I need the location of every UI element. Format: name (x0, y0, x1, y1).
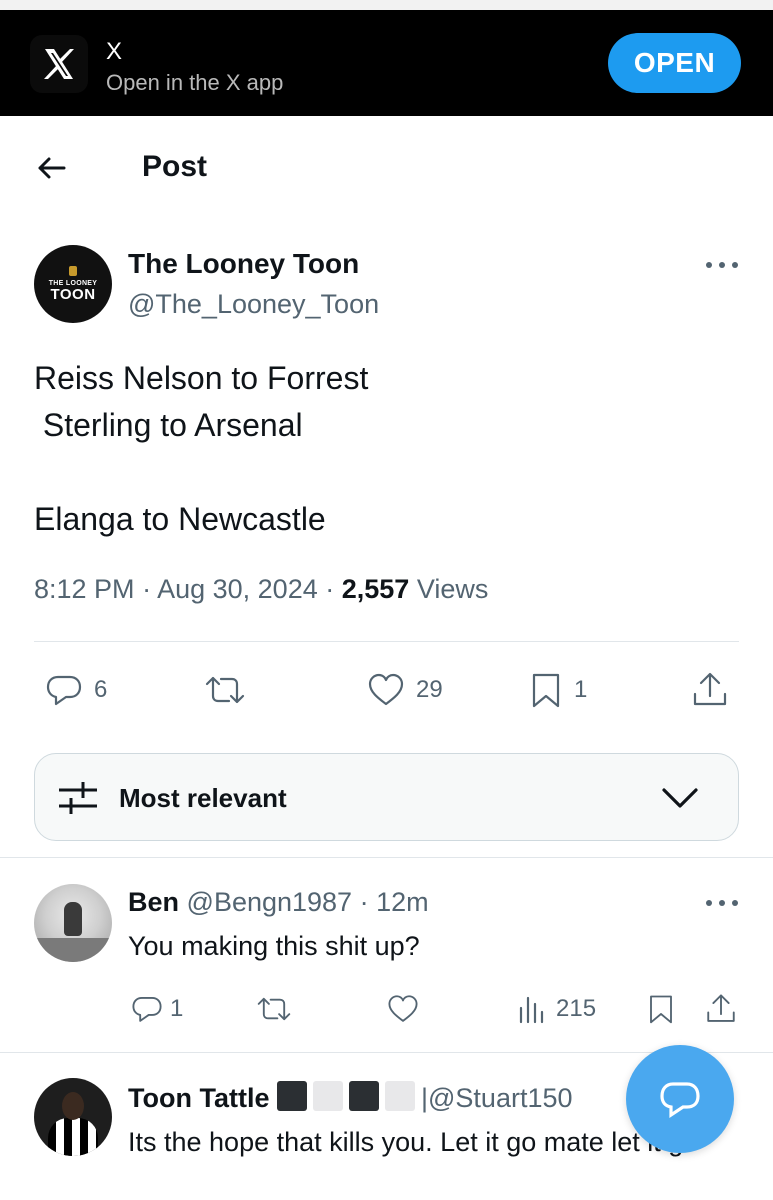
like-button[interactable]: 29 (366, 670, 443, 710)
share-icon (693, 672, 727, 706)
sliders-icon (59, 782, 97, 814)
meta-separator: · (317, 574, 342, 604)
open-in-app-banner: X Open in the X app OPEN (0, 10, 773, 116)
reply-avatar[interactable] (34, 884, 112, 962)
flag-square-icon (349, 1081, 379, 1111)
reply-handle[interactable]: @Bengn1987 (187, 887, 353, 917)
bookmark-button[interactable]: 1 (528, 670, 587, 710)
reply-header: Ben @Bengn1987 · 12m (128, 887, 429, 918)
reply-display-name[interactable]: Ben (128, 887, 179, 917)
app-name: X (106, 38, 123, 65)
reply-count: 1 (170, 995, 184, 1022)
author-display-name[interactable]: The Looney Toon (128, 248, 359, 280)
bar-chart-icon (519, 996, 544, 1024)
reply-avatar[interactable] (34, 1078, 112, 1156)
page-title: Post (142, 150, 208, 183)
post-date[interactable]: Aug 30, 2024 (157, 574, 318, 604)
reply-display-name[interactable]: Toon Tattle (128, 1083, 269, 1113)
meta-separator: · (352, 887, 377, 917)
chevron-down-icon (662, 788, 698, 808)
more-options-icon[interactable] (706, 900, 738, 910)
app-subtitle: Open in the X app (106, 70, 284, 95)
reply-bubble-icon (660, 1082, 700, 1118)
compose-reply-button[interactable] (626, 1045, 734, 1153)
views-button[interactable]: 215 (516, 992, 596, 1026)
reply-handle[interactable]: @Stuart150 (428, 1083, 573, 1113)
repost-icon (257, 997, 291, 1021)
reply-button[interactable]: 6 (44, 670, 107, 710)
x-logo-icon[interactable] (30, 35, 88, 93)
bookmark-button[interactable] (646, 992, 676, 1026)
bookmark-icon (532, 673, 560, 708)
avatar-text-big: TOON (50, 285, 96, 303)
flag-square-icon (385, 1081, 415, 1111)
more-options-icon[interactable] (706, 262, 738, 272)
post-meta: 8:12 PM · Aug 30, 2024 · 2,557 Views (34, 574, 488, 605)
flag-square-icon (313, 1081, 343, 1111)
sort-replies-selector[interactable]: Most relevant (34, 753, 739, 841)
reply-icon (132, 997, 162, 1022)
reply-text: You making this shit up? (128, 931, 420, 961)
bookmark-count: 1 (574, 676, 588, 703)
divider (34, 641, 739, 642)
post-text: Reiss Nelson to Forrest Sterling to Arse… (34, 360, 369, 537)
sort-label: Most relevant (119, 783, 287, 813)
open-app-button[interactable]: OPEN (608, 33, 741, 93)
reply-icon (46, 675, 82, 706)
repost-button[interactable] (203, 670, 257, 710)
reply-time[interactable]: 12m (376, 887, 429, 917)
heart-icon (368, 673, 404, 706)
reply-count: 6 (94, 676, 108, 703)
status-strip (0, 0, 773, 10)
flag-square-icon (277, 1081, 307, 1111)
like-count: 29 (416, 676, 443, 703)
author-handle[interactable]: @The_Looney_Toon (128, 289, 379, 320)
share-icon (707, 994, 735, 1022)
bookmark-icon (650, 995, 672, 1024)
meta-separator: · (134, 574, 158, 604)
share-button[interactable] (690, 670, 730, 710)
heart-icon (388, 995, 418, 1022)
trophy-icon (69, 265, 77, 276)
views-count: 215 (556, 995, 597, 1022)
views-count: 2,557 (341, 574, 410, 604)
repost-icon (205, 676, 245, 704)
post-time[interactable]: 8:12 PM (34, 574, 135, 604)
author-avatar[interactable]: THE LOONEY TOON (34, 245, 112, 323)
repost-button[interactable] (254, 992, 294, 1026)
views-label: Views (416, 574, 489, 604)
reply-button[interactable]: 1 (130, 992, 183, 1026)
like-button[interactable] (386, 992, 420, 1026)
share-button[interactable] (704, 992, 738, 1026)
divider (0, 857, 773, 858)
reply-header: Toon Tattle |@Stuart150 (128, 1081, 573, 1113)
arrow-left-icon[interactable] (34, 150, 70, 186)
